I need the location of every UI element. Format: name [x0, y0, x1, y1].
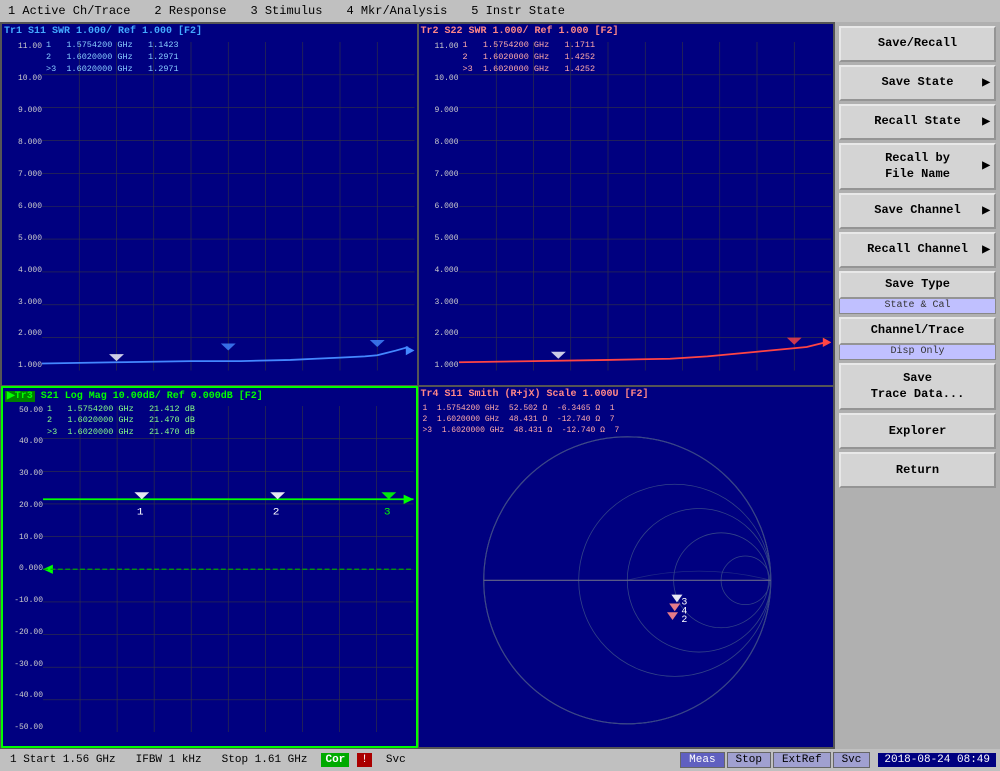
plot-tr1-ylabels: 11.0010.009.0008.0007.000 6.0005.0004.00…	[4, 42, 42, 371]
plot-tr3[interactable]: ▶Tr3 S21 Log Mag 10.00dB/ Ref 0.000dB [F…	[1, 386, 418, 749]
plot-tr3-markers: 1 1.5754200 GHz 21.412 dB 2 1.6020000 GH…	[47, 404, 195, 440]
menu-active-ch[interactable]: 1 Active Ch/Trace	[4, 2, 134, 20]
plot-tr1-markers: 1 1.5754200 GHz 1.1423 2 1.6020000 GHz 1…	[46, 40, 179, 76]
svg-text:1: 1	[137, 506, 144, 518]
menu-response[interactable]: 2 Response	[150, 2, 230, 20]
plot-tr2-grid	[459, 42, 832, 371]
menu-instr-state[interactable]: 5 Instr State	[467, 2, 569, 20]
plot-tr2-ylabels: 11.0010.009.0008.0007.000 6.0005.0004.00…	[421, 42, 459, 371]
recall-channel-button[interactable]: Recall Channel	[839, 232, 996, 268]
plot-tr4-smith-grid: 3 4 2	[423, 405, 832, 734]
channel-trace-sub[interactable]: Disp Only	[839, 343, 996, 360]
status-svc: Svc	[380, 754, 412, 766]
tab-meas[interactable]: Meas	[680, 752, 724, 768]
main-layout: Tr1 S11 SWR 1.000/ Ref 1.000 [F2] 11.001…	[0, 22, 1000, 749]
plot-tr2-title: Tr2 S22 SWR 1.000/ Ref 1.000 [F2]	[421, 26, 832, 37]
return-button[interactable]: Return	[839, 452, 996, 488]
status-ifbw: IFBW 1 kHz	[130, 754, 208, 766]
save-state-button[interactable]: Save State	[839, 65, 996, 101]
plot-tr3-title: ▶Tr3 S21 Log Mag 10.00dB/ Ref 0.000dB [F…	[5, 390, 414, 402]
menu-bar: 1 Active Ch/Trace 2 Response 3 Stimulus …	[0, 0, 1000, 22]
plot-tr1[interactable]: Tr1 S11 SWR 1.000/ Ref 1.000 [F2] 11.001…	[1, 23, 418, 386]
plot-tr3-ylabels: 50.0040.0030.0020.0010.00 0.000-10.00-20…	[5, 406, 43, 733]
plot-tr4-markers: 1 1.5754200 GHz 52.502 Ω -6.3465 Ω 1 2 1…	[423, 403, 620, 437]
status-cor: Cor	[321, 753, 349, 767]
save-channel-button[interactable]: Save Channel	[839, 193, 996, 229]
save-type-sub[interactable]: State & Cal	[839, 297, 996, 314]
status-start: 1 Start 1.56 GHz	[4, 754, 122, 766]
plot-tr4-title: Tr4 S11 Smith (R+jX) Scale 1.000U [F2]	[421, 389, 832, 400]
svg-text:2: 2	[273, 506, 280, 518]
plots-area: Tr1 S11 SWR 1.000/ Ref 1.000 [F2] 11.001…	[0, 22, 835, 749]
tab-stop[interactable]: Stop	[727, 752, 771, 768]
status-bar: 1 Start 1.56 GHz IFBW 1 kHz Stop 1.61 GH…	[0, 749, 1000, 771]
tab-svc[interactable]: Svc	[833, 752, 871, 768]
plot-tr4[interactable]: Tr4 S11 Smith (R+jX) Scale 1.000U [F2] 1…	[418, 386, 835, 749]
svg-text:3: 3	[384, 506, 391, 518]
save-type-button[interactable]: Save Type	[839, 271, 996, 299]
channel-trace-button[interactable]: Channel/Trace	[839, 317, 996, 345]
explorer-button[interactable]: Explorer	[839, 413, 996, 449]
tab-extref[interactable]: ExtRef	[773, 752, 831, 768]
time-display: 2018-08-24 08:49	[878, 753, 996, 767]
recall-by-filename-button[interactable]: Recall by File Name	[839, 143, 996, 190]
right-panel: Save/Recall Save State Recall State Reca…	[835, 22, 1000, 749]
svg-text:2: 2	[681, 614, 687, 625]
save-trace-data-button[interactable]: Save Trace Data...	[839, 363, 996, 410]
menu-mkr-analysis[interactable]: 4 Mkr/Analysis	[342, 2, 451, 20]
plot-tr1-grid	[42, 42, 415, 371]
plot-tr2-markers: 1 1.5754200 GHz 1.1711 2 1.6020000 GHz 1…	[463, 40, 596, 76]
save-recall-button[interactable]: Save/Recall	[839, 26, 996, 62]
plot-tr3-grid: 1 2 3	[43, 406, 414, 733]
plot-tr1-title: Tr1 S11 SWR 1.000/ Ref 1.000 [F2]	[4, 26, 415, 37]
plot-tr2[interactable]: Tr2 S22 SWR 1.000/ Ref 1.000 [F2] 11.001…	[418, 23, 835, 386]
status-stop: Stop 1.61 GHz	[216, 754, 314, 766]
status-tabs: Meas Stop ExtRef Svc	[680, 752, 870, 768]
recall-state-button[interactable]: Recall State	[839, 104, 996, 140]
menu-stimulus[interactable]: 3 Stimulus	[246, 2, 326, 20]
status-warning: !	[357, 753, 372, 767]
